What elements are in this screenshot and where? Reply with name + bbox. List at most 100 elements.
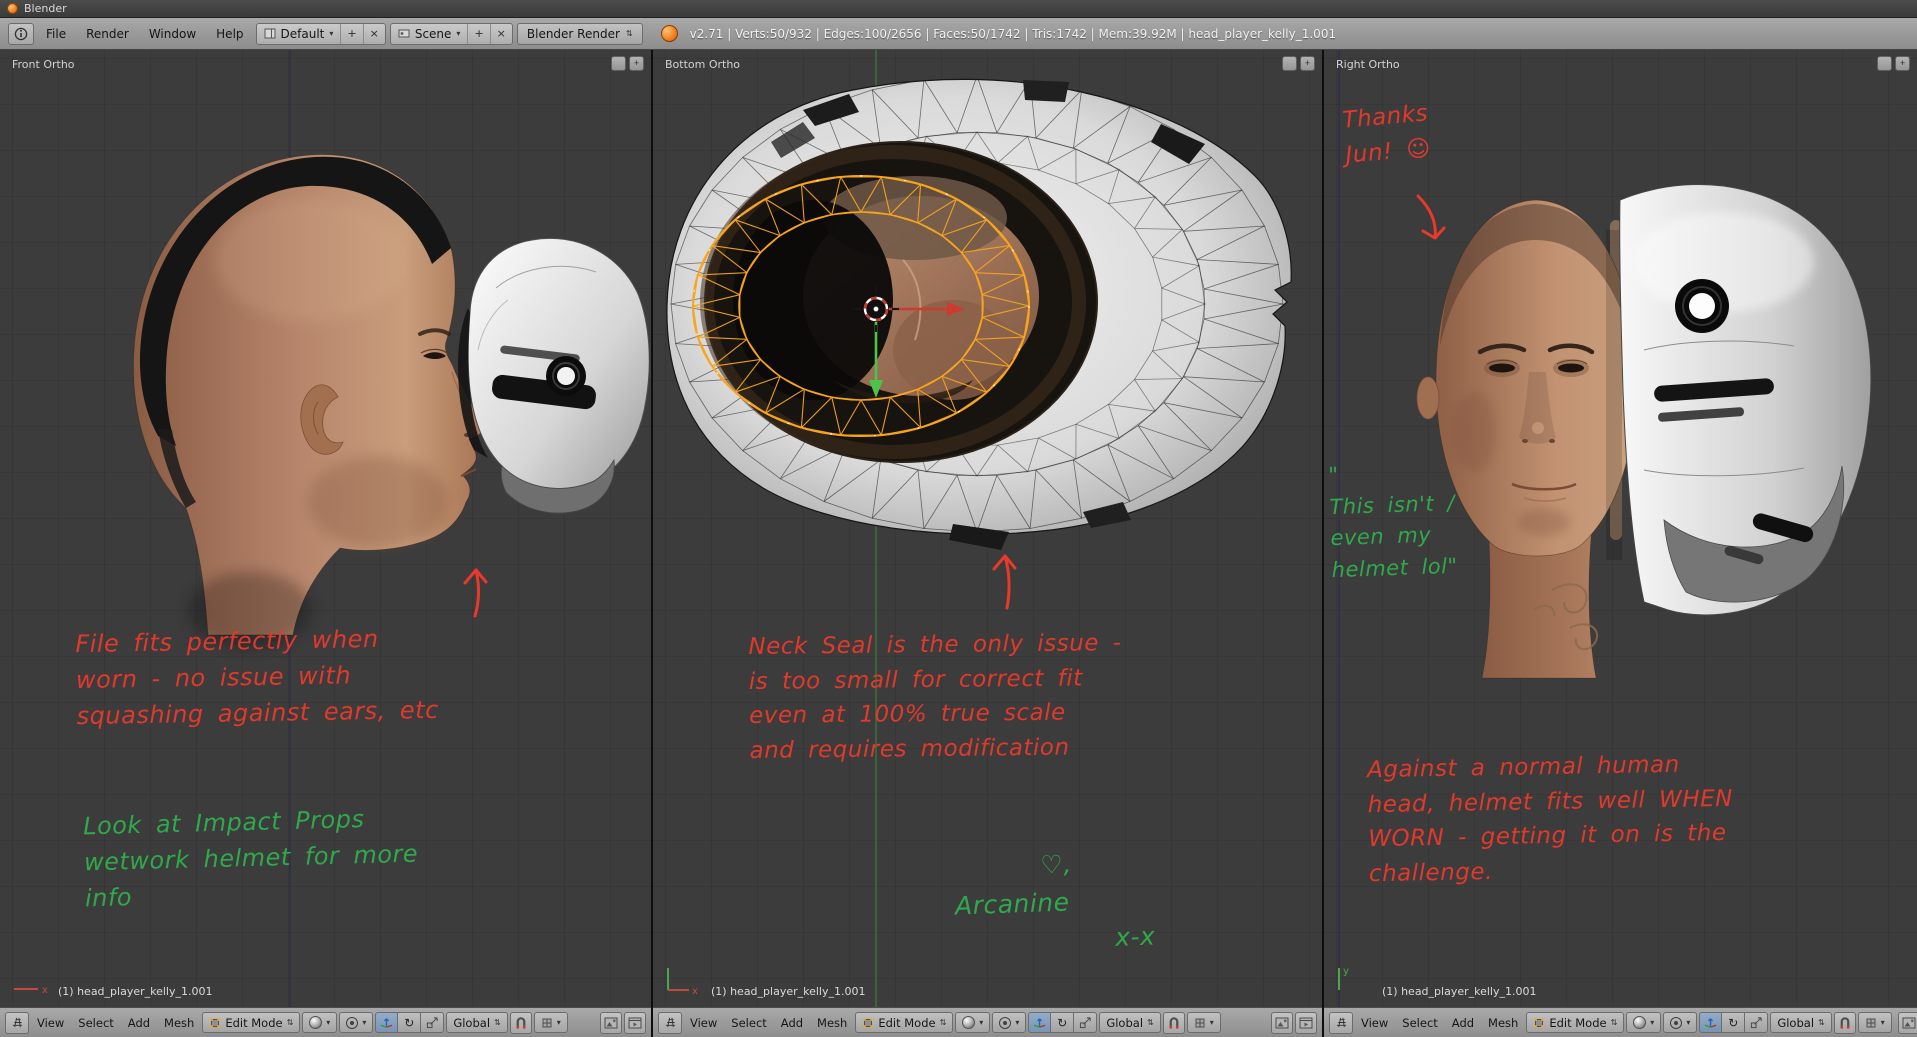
viewport-canvas[interactable]: Front Ortho + File fits perfectly when w… [0,50,651,1007]
select-menu[interactable]: Select [1396,1013,1443,1033]
manipulator-toggles: ↻ [1028,1012,1098,1033]
translate-axes-icon [1034,1018,1046,1028]
snap-element-selector[interactable]: ▾ [533,1012,568,1033]
pivot-selector[interactable]: ▾ [339,1012,374,1033]
snap-magnet-button[interactable] [509,1011,532,1034]
scale-icon [1079,1017,1091,1029]
translate-manipulator-button[interactable] [1028,1012,1052,1033]
pivot-selector[interactable]: ▾ [992,1012,1027,1033]
updown-arrows-icon: ⇅ [1610,1017,1618,1027]
scale-manipulator-button[interactable] [1745,1012,1769,1033]
select-menu[interactable]: Select [72,1013,119,1033]
scale-manipulator-button[interactable] [421,1012,445,1033]
viewport-shading-selector[interactable]: ▾ [955,1012,991,1033]
chevron-down-icon: ▾ [329,28,334,38]
translate-manipulator-button[interactable] [375,1012,399,1033]
head-front-model [1416,199,1637,679]
view-menu[interactable]: View [1355,1013,1394,1033]
corner-widget-button[interactable] [611,56,626,71]
viewport-right-ortho: Right Ortho + Thanks Jun! ☺ " This isn't… [1324,50,1917,1037]
viewport-shading-selector[interactable]: ▾ [302,1012,338,1033]
snap-element-selector[interactable]: ▾ [1186,1012,1221,1033]
render-menu[interactable]: Render [78,23,137,45]
screen-layout-selector[interactable]: Default ▾ + × [255,22,386,45]
corner-widget-button[interactable]: + [1300,56,1315,71]
render-engine-value: Blender Render [526,26,620,41]
viewport-canvas[interactable]: Right Ortho + Thanks Jun! ☺ " This isn't… [1324,50,1917,1007]
corner-widget-button[interactable]: + [629,56,644,71]
helmet-model [458,237,650,514]
translate-axes-icon [1705,1018,1717,1028]
chevron-down-icon: ▾ [979,1017,984,1027]
mini-axis-gizmo: x [8,962,54,1004]
view-menu[interactable]: View [684,1013,723,1033]
viewport-shading-selector[interactable]: ▾ [1626,1012,1662,1033]
orientation-selector[interactable]: Global ⇅ [1099,1012,1161,1033]
window-title: Blender [24,2,67,15]
select-menu[interactable]: Select [725,1013,772,1033]
orientation-selector[interactable]: Global ⇅ [446,1012,508,1033]
ear [1416,376,1440,420]
manipulator-toggles: ↻ [1699,1012,1769,1033]
window-titlebar[interactable]: Blender [0,0,1917,18]
mode-selector[interactable]: Edit Mode ⇅ [855,1012,954,1033]
snap-element-selector[interactable]: ▾ [1857,1012,1892,1033]
render-engine-selector[interactable]: Blender Render ⇅ [516,22,643,45]
edit-mode-icon [1534,1017,1545,1028]
opengl-render-button[interactable] [600,1011,622,1034]
editor-type-button[interactable] [658,1011,682,1034]
opengl-render-button[interactable] [1897,1011,1917,1034]
corner-widget-button[interactable]: + [1895,56,1910,71]
mesh-menu[interactable]: Mesh [158,1013,200,1033]
add-menu[interactable]: Add [1446,1013,1480,1033]
viewport-header-bar: View Select Add Mesh Edit Mode ⇅ ▾ ▾ ↻ G… [0,1007,651,1037]
viewport-corner-widgets: + [1877,56,1910,71]
right-ortho-scene [1338,50,1872,1007]
add-scene-button[interactable]: + [467,23,489,44]
viewport-canvas[interactable]: Bottom Ortho + Neck Seal is the only iss… [653,50,1322,1007]
opengl-render-button[interactable] [1271,1011,1293,1034]
mini-axis-gizmo: y [1332,960,1378,1004]
mode-value: Edit Mode [1549,1015,1607,1030]
rotate-manipulator-button[interactable]: ↻ [1051,1012,1075,1033]
updown-arrows-icon: ⇅ [286,1017,294,1027]
file-menu[interactable]: File [38,23,74,45]
rotate-manipulator-button[interactable]: ↻ [1722,1012,1746,1033]
render-animation-icon [628,1017,642,1028]
chevron-down-icon: ▾ [1880,1017,1885,1027]
editor-type-button[interactable] [1329,1011,1353,1034]
shading-sphere-icon [1633,1016,1647,1029]
editor-type-button[interactable] [5,1011,29,1034]
view-menu[interactable]: View [31,1013,70,1033]
corner-widget-button[interactable] [1877,56,1892,71]
scene-selector[interactable]: Scene ▾ + × [389,22,513,45]
snap-increment-icon [1195,1018,1205,1027]
opengl-render-anim-button[interactable] [1295,1011,1317,1034]
editor-type-button[interactable] [8,22,34,45]
snap-magnet-button[interactable] [1162,1011,1185,1034]
rotate-icon: ↻ [1728,1015,1739,1030]
orientation-selector[interactable]: Global ⇅ [1770,1012,1832,1033]
add-menu[interactable]: Add [122,1013,156,1033]
rotate-manipulator-button[interactable]: ↻ [398,1012,422,1033]
pivot-selector[interactable]: ▾ [1663,1012,1698,1033]
scale-manipulator-button[interactable] [1074,1012,1098,1033]
mode-selector[interactable]: Edit Mode ⇅ [1526,1012,1625,1033]
updown-arrows-icon: ⇅ [1818,1017,1825,1027]
mode-value: Edit Mode [225,1015,283,1030]
mode-selector[interactable]: Edit Mode ⇅ [202,1012,301,1033]
delete-layout-button[interactable]: × [362,23,385,44]
delete-scene-button[interactable]: × [489,23,512,44]
opengl-render-anim-button[interactable] [624,1011,646,1034]
translate-manipulator-button[interactable] [1699,1012,1723,1033]
corner-widget-button[interactable] [1282,56,1297,71]
mesh-menu[interactable]: Mesh [811,1013,853,1033]
help-menu[interactable]: Help [208,23,251,45]
add-layout-button[interactable]: + [340,23,362,44]
mini-axis-gizmo: x [661,960,707,1004]
add-menu[interactable]: Add [775,1013,809,1033]
window-menu[interactable]: Window [141,23,204,45]
mesh-menu[interactable]: Mesh [1482,1013,1524,1033]
magnet-icon [516,1017,526,1029]
snap-magnet-button[interactable] [1833,1011,1856,1034]
